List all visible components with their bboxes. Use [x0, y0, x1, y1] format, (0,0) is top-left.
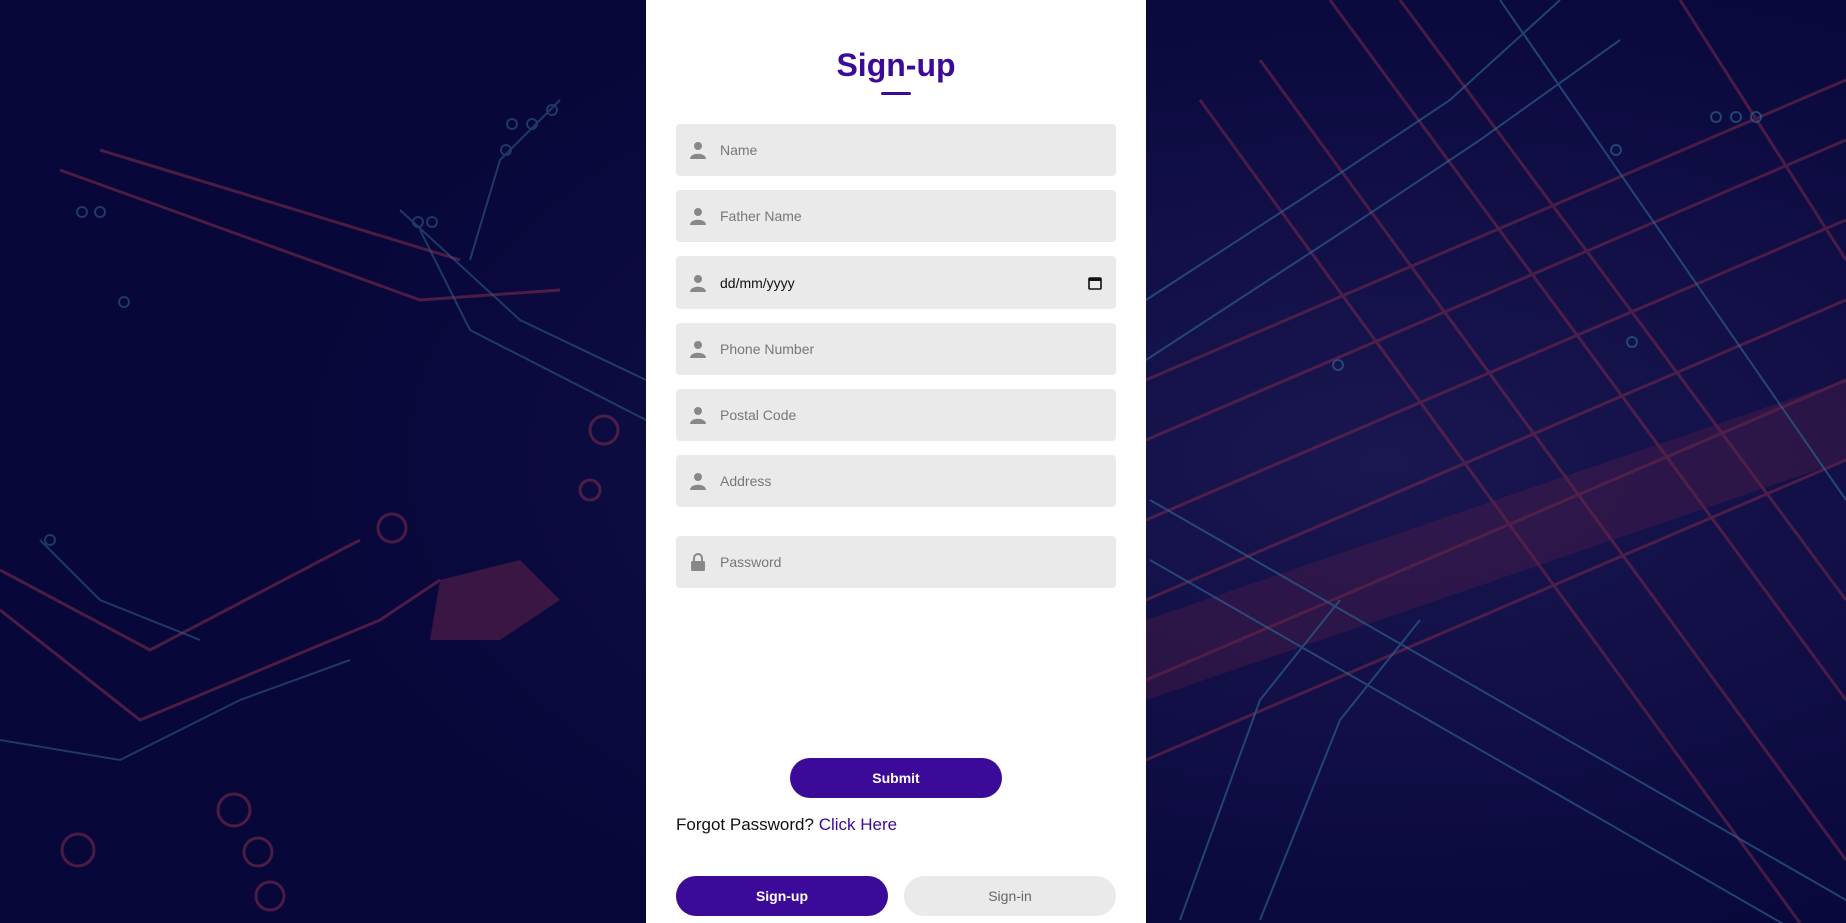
- postal-code-input[interactable]: [720, 389, 1116, 441]
- phone-field[interactable]: [676, 323, 1116, 375]
- user-icon: [690, 406, 706, 424]
- title-underline: [881, 92, 911, 95]
- phone-input[interactable]: [720, 323, 1116, 375]
- forgot-password-link[interactable]: Click Here: [819, 815, 897, 834]
- forgot-password: Forgot Password? Click Here: [676, 815, 897, 835]
- user-icon: [690, 207, 706, 225]
- signin-tab-button[interactable]: Sign-in: [904, 876, 1116, 916]
- signup-tab-button[interactable]: Sign-up: [676, 876, 888, 916]
- user-icon: [690, 340, 706, 358]
- dob-input[interactable]: dd/mm/yyyy: [720, 275, 1088, 291]
- forgot-password-text: Forgot Password?: [676, 815, 814, 834]
- user-icon: [690, 472, 706, 490]
- address-input[interactable]: [720, 455, 1116, 507]
- submit-button[interactable]: Submit: [790, 758, 1002, 798]
- father-name-field[interactable]: [676, 190, 1116, 242]
- user-icon: [690, 141, 706, 159]
- signup-card: Sign-up dd/mm/yyyy: [646, 0, 1146, 923]
- postal-code-field[interactable]: [676, 389, 1116, 441]
- password-field[interactable]: [676, 536, 1116, 588]
- address-field[interactable]: [676, 455, 1116, 507]
- father-name-input[interactable]: [720, 190, 1116, 242]
- lock-icon: [690, 553, 706, 571]
- dob-field[interactable]: dd/mm/yyyy: [676, 256, 1116, 309]
- name-field[interactable]: [676, 124, 1116, 176]
- calendar-icon[interactable]: [1088, 276, 1102, 290]
- password-input[interactable]: [720, 536, 1116, 588]
- name-input[interactable]: [720, 124, 1116, 176]
- user-icon: [690, 274, 706, 292]
- page-title: Sign-up: [836, 47, 956, 83]
